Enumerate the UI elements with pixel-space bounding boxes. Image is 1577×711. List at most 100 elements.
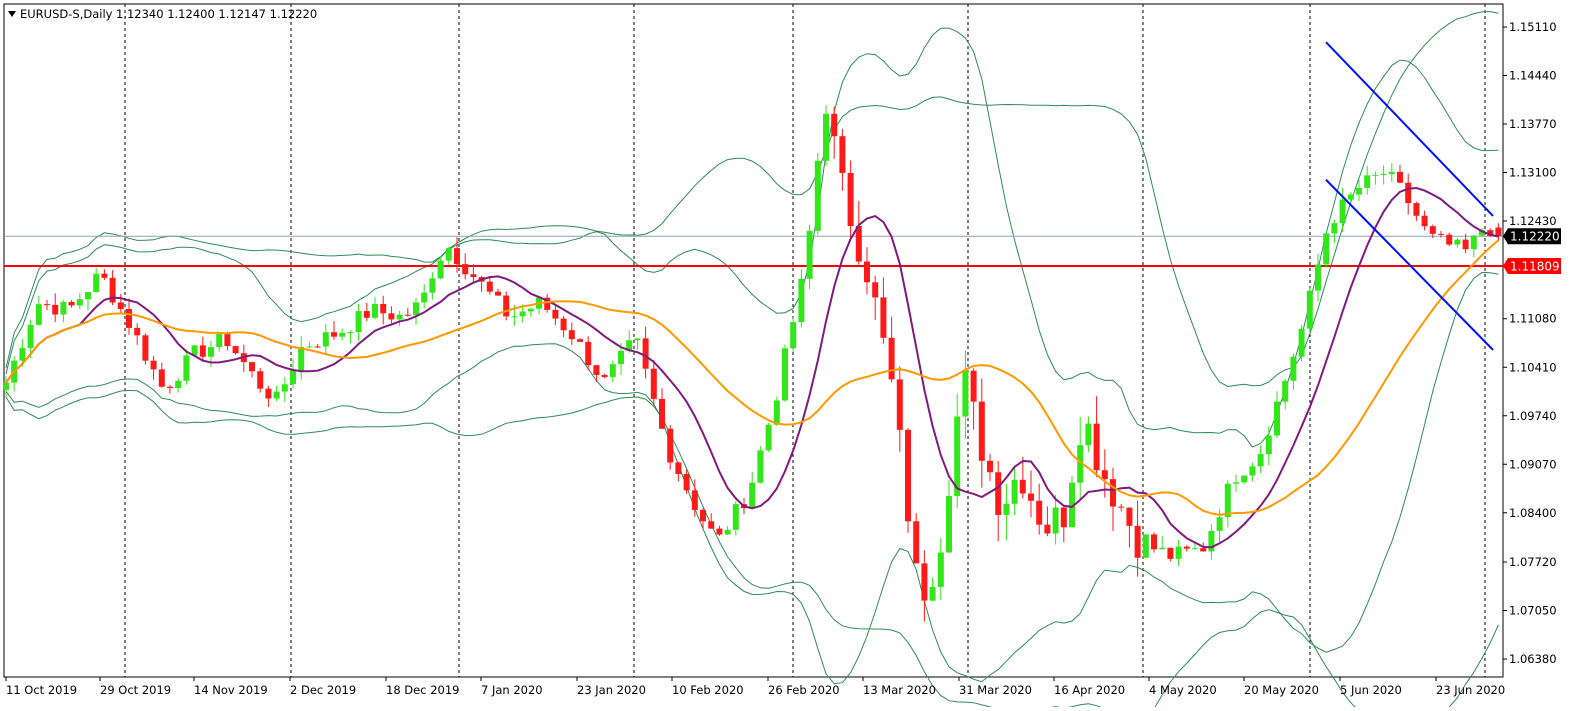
- candle-body: [700, 509, 706, 522]
- candle-body: [1446, 234, 1453, 245]
- candle-body: [1347, 194, 1354, 200]
- candle-body: [1429, 226, 1436, 234]
- price-tick-label: 1.06380: [1509, 652, 1557, 666]
- candle-body: [839, 136, 846, 173]
- time-tick-label: 31 Mar 2020: [959, 683, 1032, 697]
- price-chart[interactable]: 1.15110 1.14440 1.13770 1.13100 1.12430 1.110…: [0, 0, 1577, 711]
- price-tick-label: 1.09740: [1509, 409, 1557, 423]
- candle-body: [1019, 479, 1026, 494]
- time-tick-label: 18 Dec 2019: [386, 683, 459, 697]
- candle: [773, 396, 780, 426]
- candle-body: [199, 345, 206, 357]
- candle-body: [880, 297, 887, 338]
- candle-body: [60, 301, 67, 315]
- candle-body: [798, 278, 805, 323]
- candle-body: [1249, 466, 1256, 476]
- candle-body: [396, 314, 403, 320]
- candle: [503, 291, 510, 321]
- candle-body: [1216, 517, 1223, 531]
- candle-body: [298, 347, 305, 371]
- time-tick-label: 26 Feb 2020: [768, 683, 840, 697]
- candle: [782, 344, 788, 402]
- candle-body: [1298, 328, 1305, 357]
- candle-body: [1101, 470, 1108, 480]
- candle: [790, 317, 797, 352]
- candle-body: [601, 374, 608, 378]
- candle-body: [831, 113, 838, 137]
- candle: [142, 333, 149, 365]
- candle-body: [1495, 227, 1502, 237]
- candle-body: [445, 248, 452, 261]
- candle-body: [1462, 239, 1469, 250]
- candle-body: [249, 362, 255, 372]
- candle-body: [265, 388, 272, 399]
- candle-body: [421, 292, 428, 303]
- candle-body: [560, 318, 567, 331]
- ohlc-values: 1.12340 1.12400 1.12147 1.12220: [116, 7, 317, 21]
- candle-body: [765, 424, 772, 451]
- candle: [1142, 534, 1149, 559]
- candle-body: [1224, 483, 1231, 518]
- candle-body: [1339, 199, 1346, 224]
- candle-body: [486, 281, 493, 292]
- time-tick-label: 4 May 2020: [1149, 683, 1217, 697]
- candle-body: [667, 428, 674, 463]
- candle-body: [1274, 401, 1280, 436]
- candle-body: [35, 304, 42, 325]
- candle-body: [585, 341, 592, 366]
- time-tick-label: 2 Dec 2019: [290, 683, 356, 697]
- candle-body: [372, 303, 378, 318]
- candle-body: [495, 291, 501, 296]
- candle-body: [290, 370, 296, 385]
- candle-body: [642, 338, 649, 369]
- candle: [814, 152, 821, 236]
- chart-background: [0, 0, 1577, 707]
- candle-body: [1036, 500, 1043, 525]
- candle-body: [618, 350, 624, 365]
- candle-body: [19, 347, 26, 361]
- symbol-label: EURUSD-S,Daily: [20, 7, 113, 21]
- candle-body: [1167, 547, 1174, 559]
- candle-body: [322, 332, 329, 347]
- price-tick-label: 1.10410: [1509, 360, 1557, 374]
- candle-body: [44, 304, 50, 306]
- candle-body: [1405, 182, 1412, 204]
- candle-body: [1011, 479, 1018, 504]
- candle-body: [126, 308, 132, 328]
- candle-body: [1192, 548, 1198, 550]
- candle-body: [1159, 547, 1166, 550]
- candle-body: [519, 311, 526, 317]
- candle-body: [970, 370, 977, 402]
- time-tick-label: 5 Jun 2020: [1340, 683, 1402, 697]
- candle-body: [1060, 507, 1067, 528]
- candle-body: [1052, 507, 1059, 534]
- time-tick-label: 10 Feb 2020: [672, 683, 744, 697]
- candle-body: [175, 380, 182, 388]
- candle-body: [1183, 546, 1190, 549]
- current-price-tag: 1.12220: [1503, 228, 1561, 245]
- candle-body: [150, 360, 157, 370]
- time-tick-label: 23 Jun 2020: [1436, 683, 1505, 697]
- candle-body: [1356, 188, 1362, 195]
- time-tick-label: 16 Apr 2020: [1054, 683, 1125, 697]
- candle-body: [790, 322, 797, 349]
- candle-body: [995, 472, 1002, 515]
- candle-body: [650, 368, 657, 399]
- price-tick-label: 1.15110: [1509, 20, 1557, 34]
- candle-body: [76, 299, 83, 306]
- candle-body: [896, 379, 903, 430]
- candle-body: [1118, 506, 1125, 508]
- candle-body: [1142, 534, 1149, 558]
- time-tick-label: 11 Oct 2019: [6, 683, 77, 697]
- candle-body: [454, 248, 460, 265]
- candle-body: [708, 521, 715, 529]
- candle-body: [577, 339, 583, 342]
- candle-body: [806, 230, 813, 279]
- chart-canvas[interactable]: 1.15110 1.14440 1.13770 1.13100 1.12430 1.110…: [0, 0, 1577, 711]
- candle-body: [552, 309, 559, 319]
- candle-body: [962, 370, 969, 417]
- candle-body: [1241, 475, 1248, 483]
- candle-body: [1290, 356, 1297, 381]
- candle-body: [363, 311, 370, 318]
- candle-body: [470, 274, 477, 278]
